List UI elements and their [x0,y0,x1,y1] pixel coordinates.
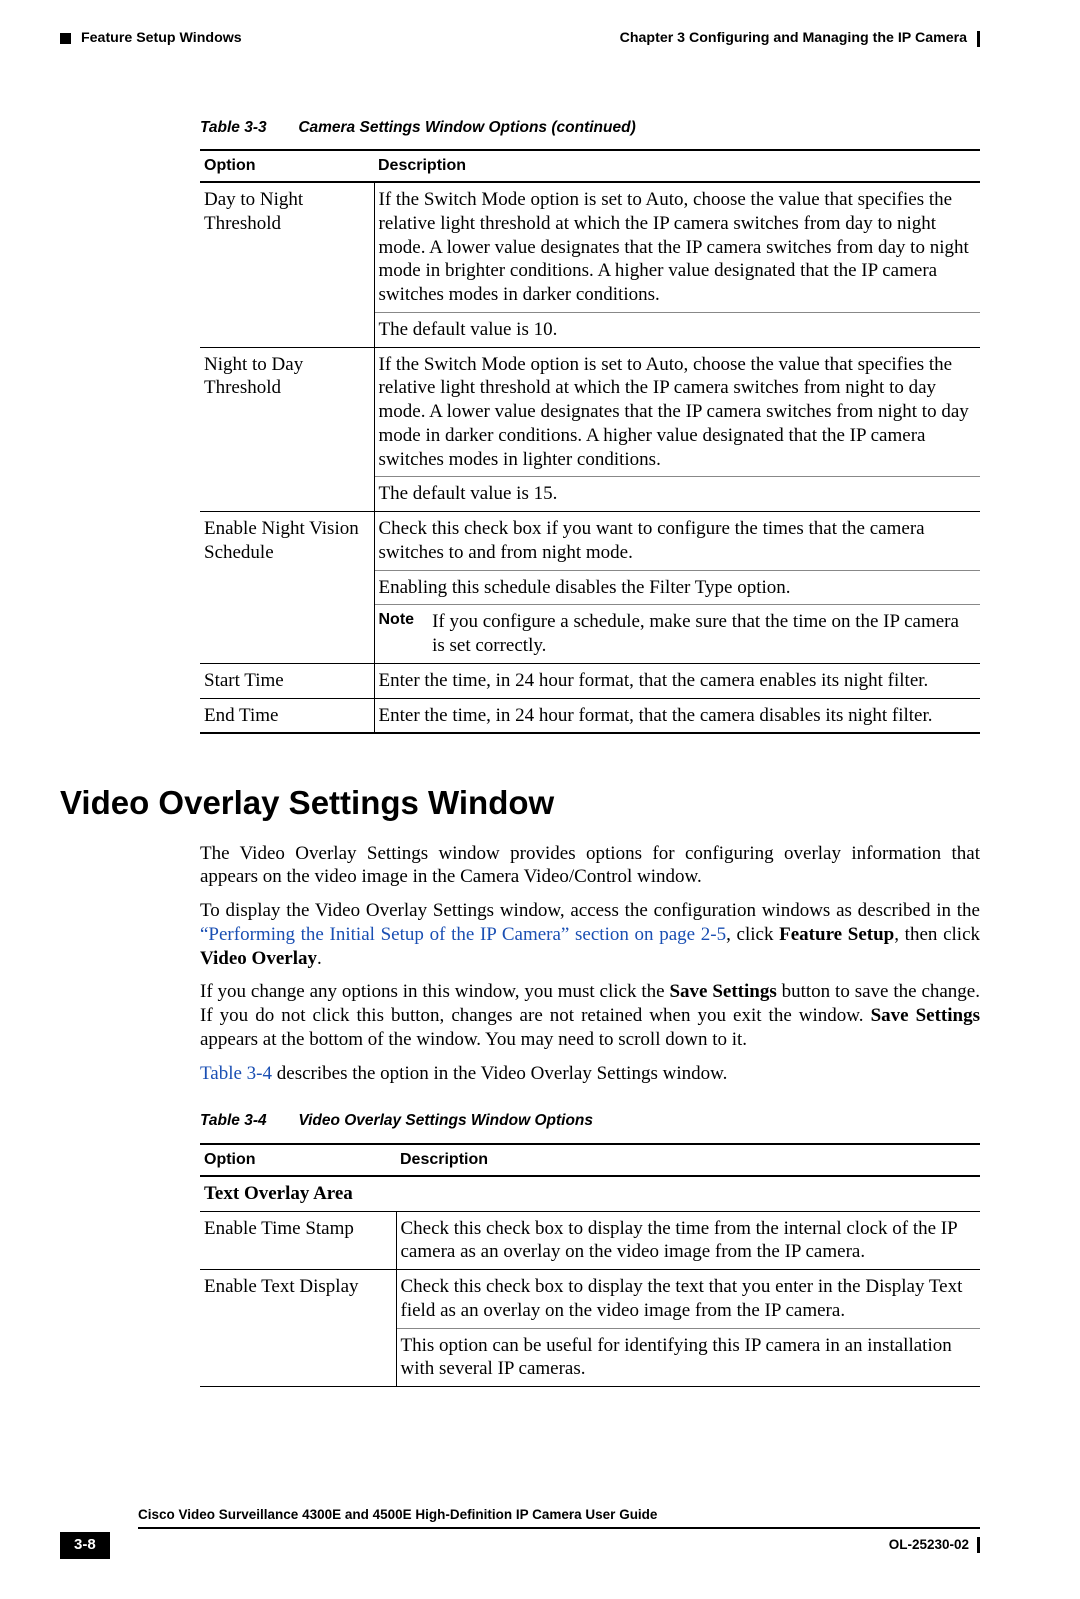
section-body: The Video Overlay Settings window provid… [200,842,980,1086]
desc-cell: Enter the time, in 24 hour format, that … [374,699,980,733]
desc-cell: If the Switch Mode option is set to Auto… [374,183,980,312]
body-paragraph: Table 3-4 describes the option in the Vi… [200,1062,980,1086]
table-3-3: Option Description Day to Night Threshol… [200,151,980,732]
table-row: End Time Enter the time, in 24 hour form… [200,699,980,733]
section-header-text: Text Overlay Area [200,1177,980,1211]
body-paragraph: The Video Overlay Settings window provid… [200,842,980,890]
th-description: Description [396,1145,980,1175]
table-row: Option Description [200,151,980,181]
table-row: The default value is 10. [200,312,980,346]
bold-text: Feature Setup [779,924,894,945]
desc-text: Check this check box to display the text… [401,1275,977,1323]
desc-text: The default value is 10. [379,318,977,342]
note-label: Note [379,610,415,658]
desc-cell: The default value is 15. [374,477,980,511]
page-footer: Cisco Video Surveillance 4300E and 4500E… [60,1507,980,1559]
page-number: 3-8 [60,1532,110,1559]
table-3-3-caption: Table 3-3 Camera Settings Window Options… [200,118,980,137]
opt-cell: Enable Time Stamp [200,1212,396,1270]
table-row: Note If you configure a schedule, make s… [200,605,980,663]
footer-bar-icon [977,1537,980,1553]
desc-text: The default value is 15. [379,482,977,506]
table-3-3-title: Camera Settings Window Options (continue… [298,119,635,136]
th-option: Option [200,151,374,181]
table-row: Day to Night Threshold If the Switch Mod… [200,183,980,312]
header-bar-icon [977,31,980,47]
table-section-header: Text Overlay Area [200,1177,980,1211]
table-row: Enabling this schedule disables the Filt… [200,570,980,605]
table-3-4-title: Video Overlay Settings Window Options [298,1112,593,1129]
body-paragraph: To display the Video Overlay Settings wi… [200,899,980,970]
body-paragraph: If you change any options in this window… [200,980,980,1051]
desc-cell: Check this check box if you want to conf… [374,512,980,570]
table-3-4: Option Description Text Overlay Area Ena… [200,1145,980,1386]
table-row: Option Description [200,1145,980,1175]
opt-cell: Enable Night Vision Schedule [200,512,374,570]
th-description: Description [374,151,980,181]
table-row: The default value is 15. [200,477,980,511]
header-chapter: Chapter 3 Configuring and Managing the I… [620,30,967,48]
bold-text: Save Settings [669,981,776,1002]
desc-cell: Enabling this schedule disables the Filt… [374,570,980,605]
bold-text: Save Settings [871,1005,980,1026]
desc-cell: Note If you configure a schedule, make s… [374,605,980,663]
desc-cell: The default value is 10. [374,312,980,346]
header-section: Feature Setup Windows [81,30,242,48]
desc-text: This option can be useful for identifyin… [401,1334,977,1382]
xref-link[interactable]: “Performing the Initial Setup of the IP … [200,924,726,945]
table-row: Start Time Enter the time, in 24 hour fo… [200,664,980,698]
section-title: Video Overlay Settings Window [60,782,980,823]
desc-text: Enabling this schedule disables the Filt… [379,576,977,600]
desc-cell: This option can be useful for identifyin… [396,1328,980,1386]
footer-book-title: Cisco Video Surveillance 4300E and 4500E… [138,1507,980,1529]
desc-cell: Enter the time, in 24 hour format, that … [374,664,980,698]
table-3-4-caption: Table 3-4 Video Overlay Settings Window … [200,1111,980,1130]
th-option: Option [200,1145,396,1175]
table-3-4-number: Table 3-4 [200,1111,294,1130]
table-row: Night to Day Threshold If the Switch Mod… [200,348,980,477]
opt-cell: Start Time [200,664,374,698]
page-header: Feature Setup Windows Chapter 3 Configur… [60,30,980,48]
xref-link[interactable]: Table 3-4 [200,1063,272,1084]
desc-text: If the Switch Mode option is set to Auto… [379,188,977,307]
desc-text: If the Switch Mode option is set to Auto… [379,353,977,472]
header-bullet-icon [60,33,71,44]
opt-cell: Enable Text Display [200,1270,396,1328]
table-row: Enable Night Vision Schedule Check this … [200,512,980,570]
desc-cell: If the Switch Mode option is set to Auto… [374,348,980,477]
desc-cell: Check this check box to display the text… [396,1270,980,1328]
desc-cell: Check this check box to display the time… [396,1212,980,1270]
doc-number: OL-25230-02 [889,1537,969,1554]
note-text: If you configure a schedule, make sure t… [432,610,976,658]
table-row: Enable Text Display Check this check box… [200,1270,980,1328]
opt-cell: End Time [200,699,374,733]
opt-cell: Day to Night Threshold [200,183,374,312]
bold-text: Video Overlay [200,948,317,969]
opt-cell: Night to Day Threshold [200,348,374,477]
desc-text: Check this check box if you want to conf… [379,517,977,565]
table-row: Enable Time Stamp Check this check box t… [200,1212,980,1270]
table-row: This option can be useful for identifyin… [200,1328,980,1386]
table-3-3-number: Table 3-3 [200,118,294,137]
